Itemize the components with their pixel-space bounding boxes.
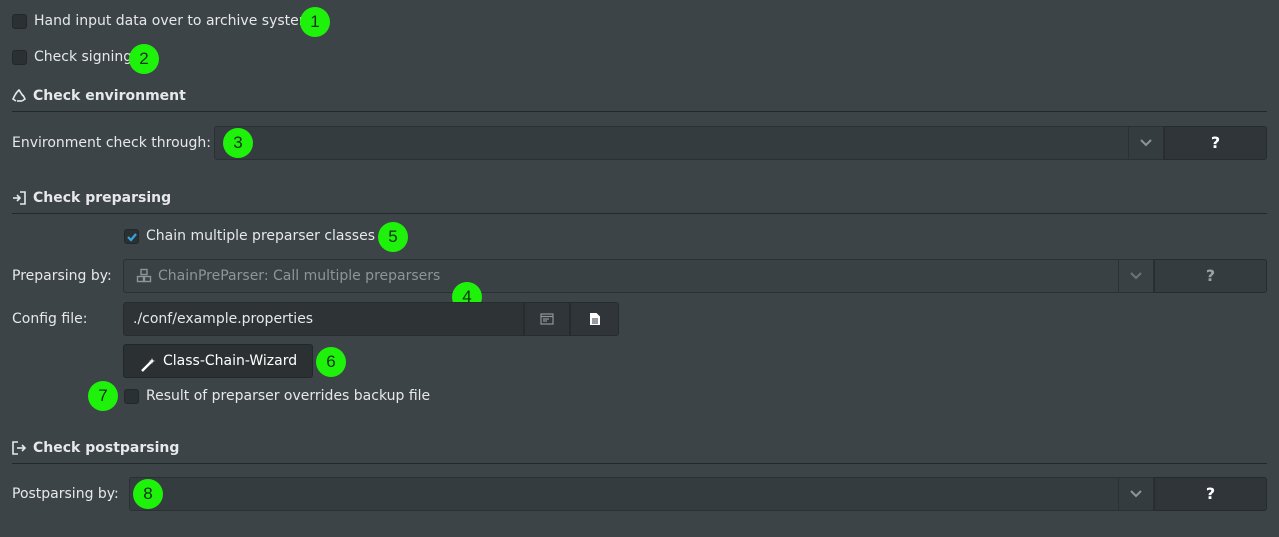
badge-1: 1	[300, 7, 330, 37]
section-title: Check postparsing	[33, 440, 180, 456]
preparsing-by-label: Preparsing by:	[12, 268, 112, 284]
section-title: Check environment	[33, 88, 186, 104]
class-chain-wizard-label: Class-Chain-Wizard	[163, 353, 298, 369]
chevron-down-icon[interactable]	[1118, 478, 1153, 510]
chevron-down-icon[interactable]	[1128, 127, 1163, 159]
preparsing-by-value: ChainPreParser: Call multiple preparsers	[158, 268, 441, 284]
override-backup-label[interactable]: Result of preparser overrides backup fil…	[146, 387, 430, 405]
class-chain-wizard-button[interactable]: Class-Chain-Wizard	[123, 344, 313, 378]
config-file-input[interactable]: ./conf/example.properties	[123, 302, 524, 336]
hand-input-checkbox[interactable]	[12, 14, 27, 29]
chain-preparser-label[interactable]: Chain multiple preparser classes	[146, 227, 375, 245]
postparsing-help-button[interactable]: ?	[1154, 477, 1267, 511]
check-signing-checkbox[interactable]	[12, 50, 27, 65]
config-file-label: Config file:	[12, 311, 88, 327]
chevron-down-icon[interactable]	[1118, 260, 1153, 292]
override-backup-checkbox[interactable]	[124, 389, 139, 404]
environment-check-label: Environment check through:	[12, 135, 212, 151]
badge-2: 2	[129, 44, 159, 74]
sign-out-icon	[12, 441, 27, 455]
magic-wand-icon	[140, 353, 156, 385]
browse-file-button[interactable]	[524, 302, 570, 336]
postparsing-by-label: Postparsing by:	[12, 486, 119, 502]
environment-help-button[interactable]: ?	[1164, 126, 1267, 160]
badge-5: 5	[378, 222, 408, 252]
preparsing-help-button[interactable]: ?	[1154, 259, 1267, 293]
badge-6: 6	[316, 347, 346, 377]
section-check-postparsing: Check postparsing	[12, 439, 1267, 464]
section-title: Check preparsing	[33, 190, 172, 206]
section-check-environment: Check environment	[11, 87, 1267, 112]
postparsing-by-select[interactable]	[129, 477, 1154, 511]
badge-3: 3	[223, 128, 253, 158]
badge-7: 7	[88, 381, 118, 411]
badge-8: 8	[133, 479, 163, 509]
sign-in-icon	[12, 191, 26, 205]
section-check-preparsing: Check preparsing	[12, 189, 1267, 214]
cubes-icon	[136, 268, 152, 284]
open-file-button[interactable]	[570, 302, 619, 336]
preparsing-by-select[interactable]: ChainPreParser: Call multiple preparsers	[123, 259, 1154, 293]
environment-check-select[interactable]	[214, 126, 1164, 160]
chain-preparser-checkbox[interactable]	[124, 229, 139, 244]
hand-input-label[interactable]: Hand input data over to archive system	[34, 12, 312, 30]
recycle-icon	[11, 88, 27, 103]
check-signing-label[interactable]: Check signing	[34, 48, 132, 66]
